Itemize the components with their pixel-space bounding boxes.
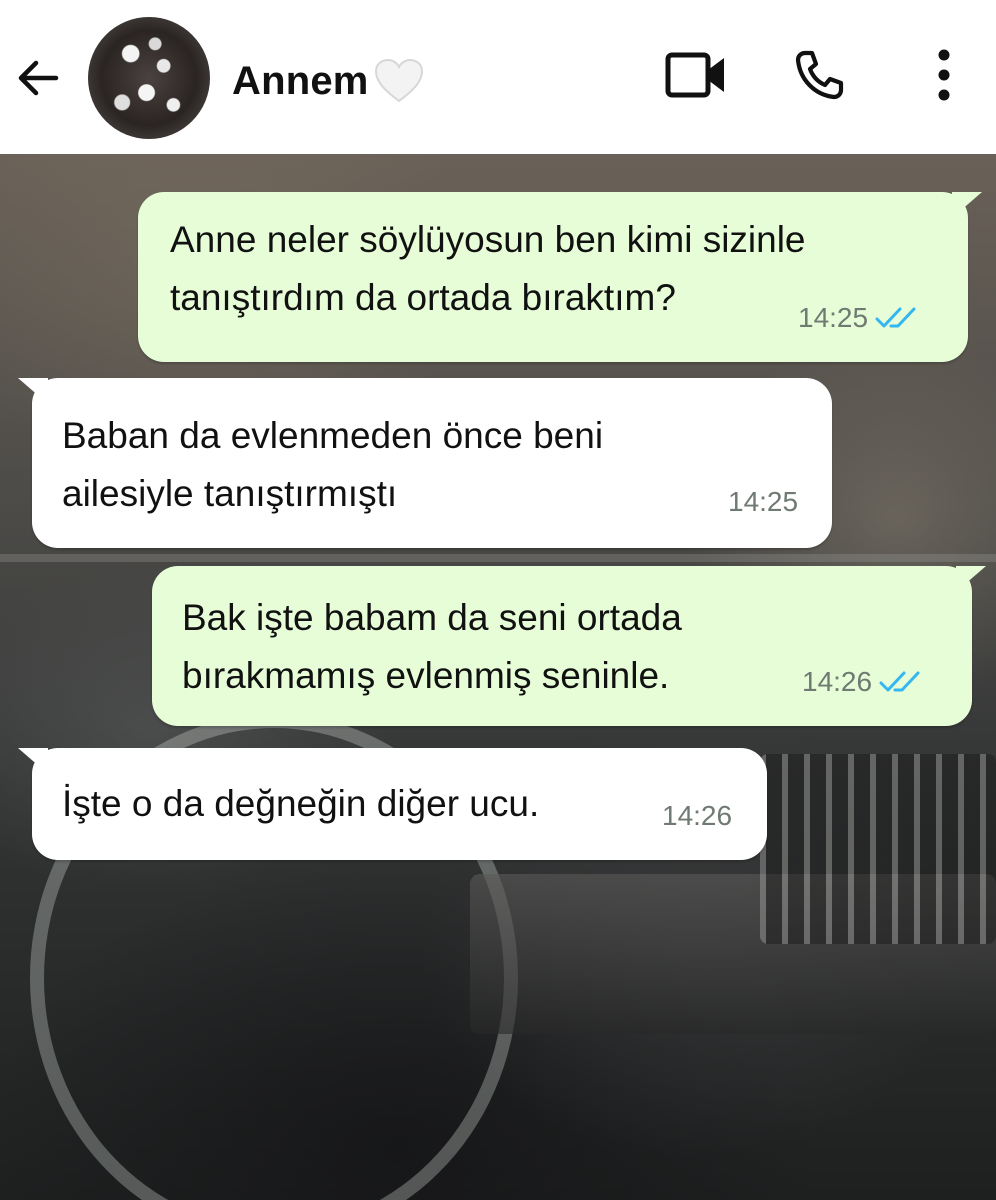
message-time: 14:26: [802, 666, 873, 697]
message-meta: 14:25: [728, 486, 798, 518]
contact-name: Annem: [232, 58, 369, 103]
more-vertical-icon: [936, 47, 952, 108]
double-check-read-icon: [874, 304, 918, 332]
message-bubble-incoming[interactable]: İşte o da değneğin diğer ucu. 14:26: [18, 748, 767, 860]
video-call-button[interactable]: [660, 42, 732, 112]
message-bubble-incoming[interactable]: Baban da evlenmeden önce beni ailesiyle …: [18, 378, 832, 548]
double-check-read-icon: [878, 668, 922, 696]
white-heart-icon: [373, 58, 425, 104]
message-meta: 14:26: [662, 800, 732, 832]
wallpaper-grille: [760, 754, 996, 944]
message-time: 14:25: [798, 302, 869, 333]
message-time: 14:25: [728, 486, 799, 517]
avatar[interactable]: [88, 17, 210, 139]
wallpaper-window-frame: [0, 554, 996, 562]
phone-icon: [790, 47, 846, 108]
message-text-line: Anne neler söylüyosun ben kimi sizinle: [170, 219, 806, 260]
menu-button[interactable]: [920, 42, 968, 112]
voice-call-button[interactable]: [786, 42, 850, 112]
video-camera-icon: [664, 50, 728, 105]
message-text-line: İşte o da değneğin diğer ucu.: [62, 783, 540, 824]
message-text-line: ailesiyle tanıştırmıştı: [62, 473, 398, 514]
arrow-left-icon: [16, 58, 60, 103]
chat-header: Annem: [0, 0, 996, 154]
message-text-line: tanıştırdım da ortada bıraktım?: [170, 277, 676, 318]
back-button[interactable]: [10, 52, 66, 108]
message-text-line: bırakmamış evlenmiş seninle.: [182, 655, 670, 696]
contact-name-area[interactable]: Annem: [232, 58, 425, 104]
message-bubble-outgoing[interactable]: Bak işte babam da seni ortada bırakmamış…: [152, 566, 986, 726]
message-meta: 14:25: [798, 302, 918, 334]
message-text-line: Bak işte babam da seni ortada: [182, 597, 682, 638]
message-bubble-outgoing[interactable]: Anne neler söylüyosun ben kimi sizinle t…: [138, 192, 982, 362]
message-meta: 14:26: [802, 666, 922, 698]
message-text-line: Baban da evlenmeden önce beni: [62, 415, 604, 456]
message-time: 14:26: [662, 800, 733, 831]
